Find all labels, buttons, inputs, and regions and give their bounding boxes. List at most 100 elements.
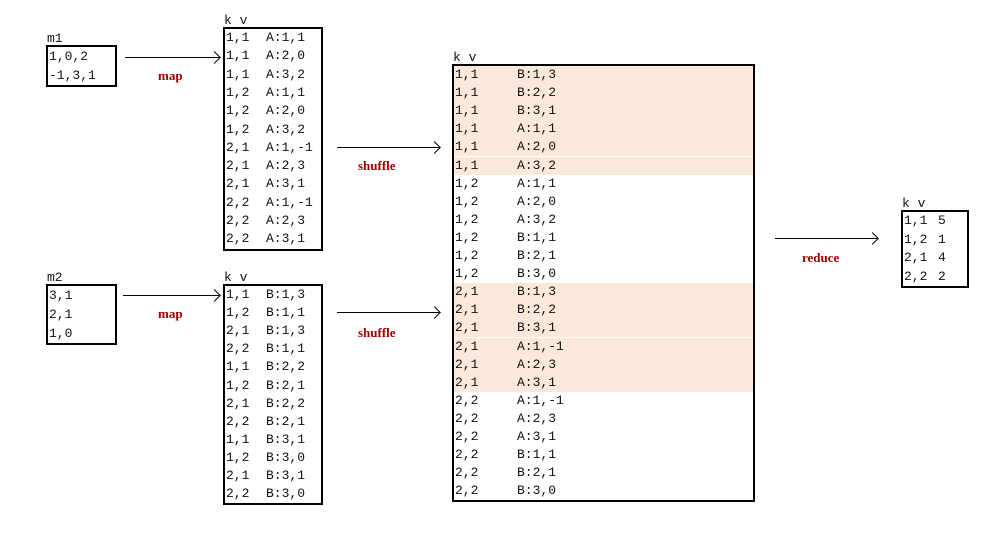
row-key: 2,1 [455,302,479,318]
row-value: A:2,0 [266,48,306,64]
table-row: 2,2 B:1,1 [454,446,753,464]
table-row: 1,1 B:2,2 [454,84,753,103]
row-key: 2,1 [455,320,479,336]
m2-caption: m2 [47,270,63,285]
table-row: 2,2 2 [903,268,967,287]
row-value: A:2,3 [517,356,557,372]
map1-caption: k v [224,13,248,28]
table-row: 1,2 A:2,0 [225,102,321,120]
row-key: 1,2 [226,103,250,119]
row-key: 2,2 [455,392,479,408]
table-row: 1,2 A:3,2 [454,211,753,229]
table-row: 1,1 B:1,3 [225,286,321,304]
row-key: 1,1 [226,66,250,82]
map-label-1: map [158,68,183,83]
row-key: 1,2 [226,449,250,465]
table-row: 1,0 [49,326,73,341]
shuffle-label-2: shuffle [358,325,396,340]
table-row: 1,2 B:1,1 [225,304,321,322]
row-value: A:3,1 [266,176,306,192]
table-row: 1,2 B:3,0 [454,265,753,283]
table-row: 1,2 B:2,1 [225,377,321,395]
table-row: 2,1 B:2,2 [225,395,321,413]
row-value: B:1,3 [517,67,557,82]
row-value: 5 [938,213,946,228]
table-row: 2,2 B:2,1 [225,413,321,431]
row-key: 2,2 [226,231,250,247]
row-value: A:2,3 [517,410,557,426]
table-row: -1,3,1 [49,68,96,83]
table-row: 3,1 [49,288,73,303]
row-value: B:3,1 [266,468,306,483]
row-value: A:1,-1 [266,139,313,155]
table-row: 2,2 A:1,-1 [225,194,321,212]
table-row: 2,1 B:1,3 [454,283,753,302]
row-key: 2,1 [226,176,250,192]
row-value: A:3,2 [517,157,557,173]
row-value: A:3,1 [517,374,557,390]
row-key: 1,2 [455,175,479,191]
table-row: 2,1 [49,307,73,322]
row-value: B:3,0 [266,449,306,465]
row-value: A:1,1 [517,121,557,137]
table-row: 2,2 A:3,1 [454,428,753,446]
row-value: 1 [938,231,946,247]
map2-table: 1,1 B:1,3 1,2 B:1,1 2,1 B:1,3 2,2 B:1,1 1,1 B:2,2… [223,284,323,506]
row-value: B:2,1 [517,465,557,481]
row-key: 2,1 [226,468,250,483]
row-key: 1,2 [455,266,479,282]
table-row: 2,1 B:1,3 [225,322,321,340]
shuffled-caption: k v [453,50,477,65]
row-value: A:2,3 [266,158,306,174]
row-key: 1,2 [226,84,250,100]
row-key: 1,2 [455,248,479,263]
table-row: 1,1 A:3,2 [225,66,321,84]
row-key: 1,1 [455,103,479,119]
row-value: A:1,1 [266,84,306,100]
table-row: 2,1 A:2,3 [454,355,753,374]
row-key: 2,1 [904,250,928,265]
row-value: B:3,1 [517,103,557,119]
row-value: A:1,1 [517,175,557,191]
row-key: 2,2 [226,413,250,429]
reduced-table: 1,1 5 1,2 1 2,1 4 2,2 2 [901,210,969,288]
table-row: 2,1 B:2,2 [454,301,753,320]
table-row: 2,1 A:1,-1 [225,139,321,157]
row-value: B:2,2 [517,302,557,318]
row-value: 2 [938,268,946,284]
row-value: B:2,1 [266,413,306,429]
table-row: 2,2 B:3,0 [454,482,753,500]
m1-caption: m1 [47,31,63,46]
table-row: 2,1 A:3,1 [225,175,321,193]
row-value: B:1,1 [266,305,306,321]
row-key: 1,2 [226,121,250,137]
row-key: 1,1 [226,30,250,45]
table-row: 1,1 5 [903,212,967,231]
row-value: A:3,2 [266,66,306,82]
row-key: 2,1 [455,374,479,390]
table-row: 1,0,2 [49,49,89,64]
row-value: A:2,3 [266,213,306,228]
row-value: B:1,1 [517,229,557,245]
row-key: 1,2 [226,305,250,321]
row-value: A:3,1 [517,429,557,444]
row-value: B:2,2 [266,359,306,375]
table-row: 1,1 B:1,3 [454,66,753,85]
row-value: A:2,0 [517,139,557,155]
row-key: 2,1 [226,323,250,339]
row-value: A:3,2 [266,121,306,137]
row-key: 1,2 [455,229,479,245]
map1-table: 1,1 A:1,1 1,1 A:2,0 1,1 A:3,2 1,2 A:1,1 1,2 A:2,0… [223,27,323,251]
row-value: B:2,1 [266,377,306,393]
m2-table: 3,1 2,1 1,0 [46,284,117,345]
row-value: B:3,0 [517,266,557,282]
row-key: 2,2 [226,341,250,357]
map2-caption: k v [224,270,248,285]
row-key: 2,2 [455,410,479,426]
table-row: 1,2 A:1,1 [454,175,753,193]
row-key: 2,2 [904,268,928,284]
table-row: 1,1 A:1,1 [225,29,321,47]
mapreduce-diagram: map map shuffle shuffle reduce m1 1,0,2 -1… [0,0,996,535]
row-key: 1,1 [226,431,250,447]
row-key: 2,1 [455,338,479,354]
